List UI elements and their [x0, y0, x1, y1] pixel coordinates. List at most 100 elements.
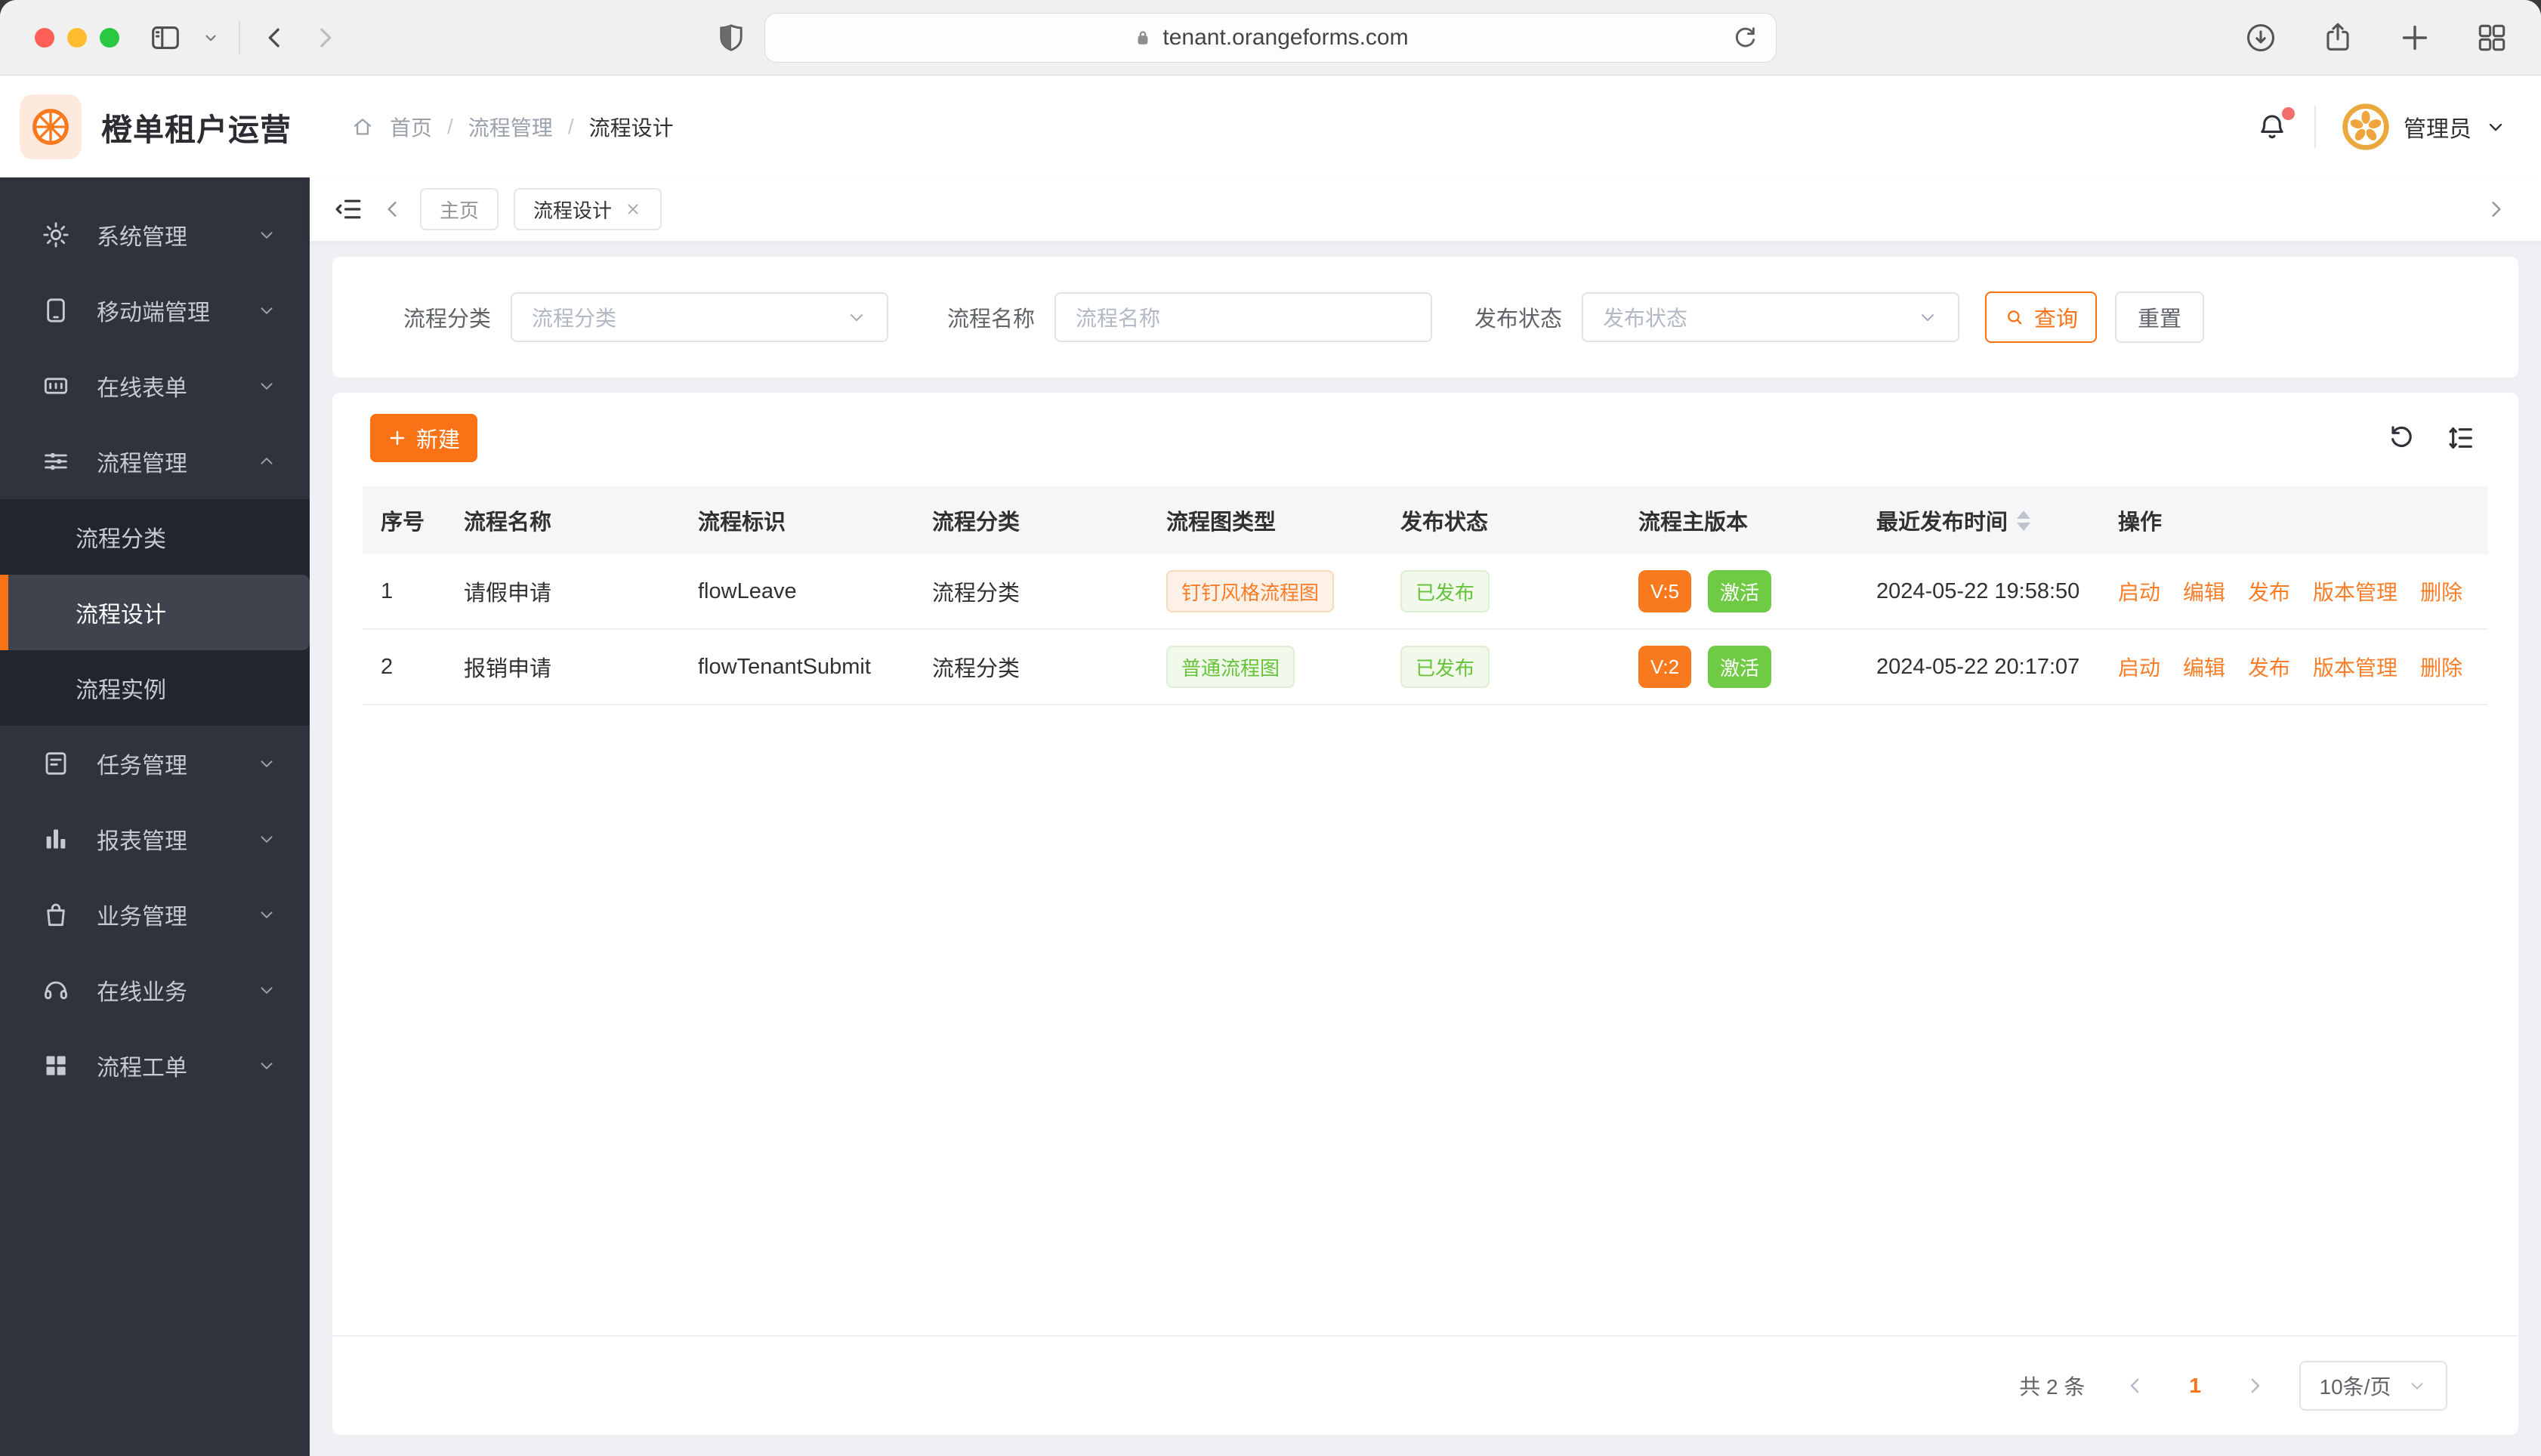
diagram-type-tag: 普通流程图	[1166, 646, 1295, 688]
back-button-icon[interactable]	[260, 23, 290, 53]
close-window-button[interactable]	[35, 28, 54, 48]
browser-sidebar-toggle-icon[interactable]	[148, 20, 183, 55]
action-edit[interactable]: 编辑	[2183, 576, 2225, 606]
tab-home[interactable]: 主页	[420, 188, 499, 230]
sidebar-item-system[interactable]: 系统管理	[0, 197, 310, 273]
input-placeholder: 流程名称	[1076, 307, 1161, 330]
chevron-down-icon[interactable]	[202, 29, 219, 46]
breadcrumb: 首页 / 流程管理 / 流程设计	[350, 112, 674, 142]
prev-page-icon[interactable]	[2124, 1374, 2147, 1397]
table-row: 1 请假申请 flowLeave 流程分类 钉钉风格流程图 已发布 V:5 激活…	[363, 554, 2488, 630]
sidebar-item-label: 业务管理	[97, 905, 187, 930]
sidebar-item-report-management[interactable]: 报表管理	[0, 801, 310, 877]
next-page-icon[interactable]	[2243, 1374, 2266, 1397]
app-logo	[20, 94, 82, 159]
toolbar-divider	[239, 21, 240, 54]
sidebar-item-mobile[interactable]: 移动端管理	[0, 273, 310, 348]
row-index: 1	[381, 578, 394, 603]
action-delete[interactable]: 删除	[2420, 652, 2462, 682]
breadcrumb-current: 流程设计	[588, 116, 674, 140]
sidebar-item-online-forms[interactable]: 在线表单	[0, 348, 310, 424]
breadcrumb-home[interactable]: 首页	[390, 112, 432, 142]
share-icon[interactable]	[2320, 20, 2355, 55]
sliders-icon	[45, 452, 67, 470]
row-density-icon[interactable]	[2446, 423, 2476, 453]
pagination: 共 2 条 1 10条/页	[332, 1337, 2518, 1435]
chevron-down-icon	[261, 912, 273, 918]
privacy-shield-icon[interactable]	[715, 21, 748, 54]
refresh-icon[interactable]	[2387, 423, 2417, 453]
sidebar-item-flow-design[interactable]: 流程设计	[0, 575, 310, 650]
sidebar-item-business-management[interactable]: 业务管理	[0, 877, 310, 952]
close-tab-icon[interactable]	[624, 200, 642, 218]
sidebar-item-flow-category[interactable]: 流程分类	[0, 499, 310, 575]
flow-table: 序号 流程名称 流程标识 流程分类 流程图类型 发布状态 流程主版本 最近发布时…	[363, 486, 2488, 705]
tabs-scroll-left-icon[interactable]	[381, 197, 405, 221]
chevron-up-icon	[261, 458, 273, 464]
sidebar-item-label: 流程工单	[97, 1056, 187, 1081]
page-size-label: 10条/页	[2319, 1375, 2391, 1399]
filter-name-label: 流程名称	[947, 307, 1036, 332]
submenu-label: 流程设计	[76, 603, 166, 628]
flow-key: flowLeave	[698, 578, 797, 603]
new-tab-icon[interactable]	[2397, 20, 2432, 55]
filter-status-select[interactable]: 发布状态	[1582, 292, 1960, 342]
bar-chart-icon	[46, 829, 66, 849]
minimize-window-button[interactable]	[67, 28, 87, 48]
address-bar[interactable]: tenant.orangeforms.com	[764, 13, 1777, 63]
zoom-window-button[interactable]	[100, 28, 119, 48]
sidebar-item-flow-instance[interactable]: 流程实例	[0, 650, 310, 726]
forward-button-icon[interactable]	[310, 23, 340, 53]
tab-overview-icon[interactable]	[2475, 20, 2509, 55]
tabs-scroll-right-icon[interactable]	[2484, 197, 2508, 221]
version-tag: V:5	[1638, 570, 1692, 612]
user-menu[interactable]: 管理员	[2342, 103, 2506, 151]
action-version-manage[interactable]: 版本管理	[2313, 652, 2397, 682]
filter-name-input[interactable]: 流程名称	[1054, 292, 1433, 342]
tab-flow-design[interactable]: 流程设计	[514, 188, 662, 230]
sidebar-item-flow-management[interactable]: 流程管理	[0, 424, 310, 499]
tab-list-icon[interactable]	[332, 193, 364, 225]
sidebar-item-online-business[interactable]: 在线业务	[0, 952, 310, 1028]
home-icon	[354, 118, 372, 134]
downloads-icon[interactable]	[2243, 20, 2278, 55]
chevron-down-icon	[261, 383, 273, 390]
col-header-publish-time[interactable]: 最近发布时间	[1858, 504, 2100, 536]
sidebar-item-task-management[interactable]: 任务管理	[0, 726, 310, 801]
notifications-button[interactable]	[2255, 106, 2295, 143]
sort-caret-icon[interactable]	[2017, 510, 2031, 531]
active-status-tag: 激活	[1708, 570, 1772, 612]
page-size-select[interactable]: 10条/页	[2299, 1361, 2447, 1411]
reset-button[interactable]: 重置	[2115, 292, 2205, 343]
document-icon	[45, 752, 66, 775]
pagination-page-1[interactable]: 1	[2189, 1374, 2201, 1398]
action-delete[interactable]: 删除	[2420, 576, 2462, 606]
action-start[interactable]: 启动	[2118, 576, 2160, 606]
flow-management-submenu: 流程分类 流程设计 流程实例	[0, 499, 310, 726]
col-header-index: 序号	[381, 511, 425, 535]
reload-icon[interactable]	[1731, 24, 1759, 53]
publish-status-tag: 已发布	[1400, 646, 1490, 688]
col-header-key: 流程标识	[698, 511, 786, 535]
breadcrumb-flow-management[interactable]: 流程管理	[468, 112, 553, 142]
chevron-down-icon	[261, 307, 273, 314]
traffic-lights	[35, 28, 119, 48]
create-button[interactable]: 新建	[370, 414, 477, 462]
col-header-category: 流程分类	[932, 511, 1020, 535]
sidebar: 系统管理 移动端管理 在线表单 流程管理 流程分类 流程设计 流程实例 任务管理…	[0, 177, 310, 1456]
query-button[interactable]: 查询	[1985, 292, 2098, 343]
notification-badge	[2282, 106, 2295, 120]
row-actions: 启动 编辑 发布 版本管理 删除	[2100, 652, 2488, 682]
chevron-down-icon	[261, 232, 273, 239]
action-publish[interactable]: 发布	[2248, 652, 2290, 682]
sidebar-item-flow-workorder[interactable]: 流程工单	[0, 1028, 310, 1103]
select-placeholder: 发布状态	[1603, 307, 1688, 330]
action-version-manage[interactable]: 版本管理	[2313, 576, 2397, 606]
chevron-down-icon	[261, 760, 273, 767]
action-edit[interactable]: 编辑	[2183, 652, 2225, 682]
filter-category-select[interactable]: 流程分类	[511, 292, 889, 342]
action-start[interactable]: 启动	[2118, 652, 2160, 682]
action-publish[interactable]: 发布	[2248, 576, 2290, 606]
sidebar-item-label: 在线表单	[97, 376, 187, 401]
plus-icon	[390, 430, 405, 446]
